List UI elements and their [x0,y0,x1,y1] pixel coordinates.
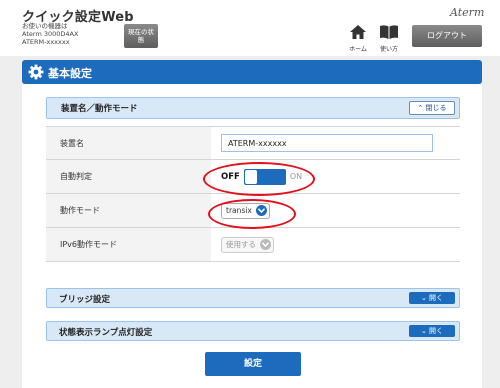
device-id: ATERM-xxxxxx [22,38,70,46]
chevron-down-icon: ⌄ [420,327,427,335]
accordion-lamp[interactable]: 状態表示ランプ点灯設定 ⌄ 開く [46,321,460,341]
collapse-button[interactable]: ⌃ 閉じる [409,101,455,115]
toggle-knob [244,169,257,184]
section-title-bar: 基本設定 [22,60,482,84]
model-name: Aterm 3000D4AX [22,30,79,38]
settings-table: 装置名 自動判定 OFF ON 動作モード transix [46,126,460,262]
chevron-down-icon [260,239,271,250]
guide-button[interactable]: 使い方 [376,24,402,53]
row-ipv6-mode: IPv6動作モード 使用する [46,228,460,262]
expand-button[interactable]: ⌄ 開く [409,292,455,304]
gear-icon [28,64,44,80]
logout-button[interactable]: ログアウト [412,25,482,47]
accordion-bridge[interactable]: ブリッジ設定 ⌄ 開く [46,288,460,308]
accordion-device-mode[interactable]: 装置名／動作モード ⌃ 閉じる [46,97,460,119]
auto-detect-label: 自動判定 [46,160,211,193]
chevron-down-icon [255,205,267,216]
accordion-title: ブリッジ設定 [59,295,111,305]
toggle-on-label: ON [289,172,303,181]
ipv6-mode-select: 使用する [221,236,274,253]
chevron-down-icon: ⌄ [420,294,427,302]
brand-logo: Aterm [450,6,485,19]
accordion-title: 装置名／動作モード [61,104,138,114]
expand-button[interactable]: ⌄ 開く [409,325,455,337]
model-caption: お使いの機器は [22,22,68,30]
guide-label: 使い方 [379,46,398,53]
accordion-title: 状態表示ランプ点灯設定 [59,328,153,338]
home-icon [350,25,366,39]
chevron-up-icon: ⌃ [417,104,424,112]
ipv6-mode-label: IPv6動作モード [46,228,211,261]
auto-detect-toggle[interactable] [243,168,286,185]
submit-button[interactable]: 設定 [205,352,301,376]
collapse-label: 閉じる [425,104,447,112]
device-name-input[interactable] [221,134,433,152]
expand-label: 開く [429,327,444,335]
auto-detect-toggle-group: OFF ON [221,168,303,185]
home-button[interactable]: ホーム [345,24,371,53]
toggle-off-label: OFF [221,171,240,182]
ipv6-mode-value: 使用する [226,240,256,249]
book-icon [380,25,398,39]
operation-mode-select[interactable]: transix [221,202,270,219]
section-title: 基本設定 [48,67,92,80]
operation-mode-label: 動作モード [46,194,211,227]
current-status-button[interactable]: 現在の状態 [124,24,158,48]
row-device-name: 装置名 [46,126,460,160]
operation-mode-value: transix [226,206,252,215]
device-name-label: 装置名 [46,127,211,159]
expand-label: 開く [429,294,444,302]
row-auto-detect: 自動判定 OFF ON [46,160,460,194]
row-operation-mode: 動作モード transix [46,194,460,228]
home-label: ホーム [349,46,367,53]
